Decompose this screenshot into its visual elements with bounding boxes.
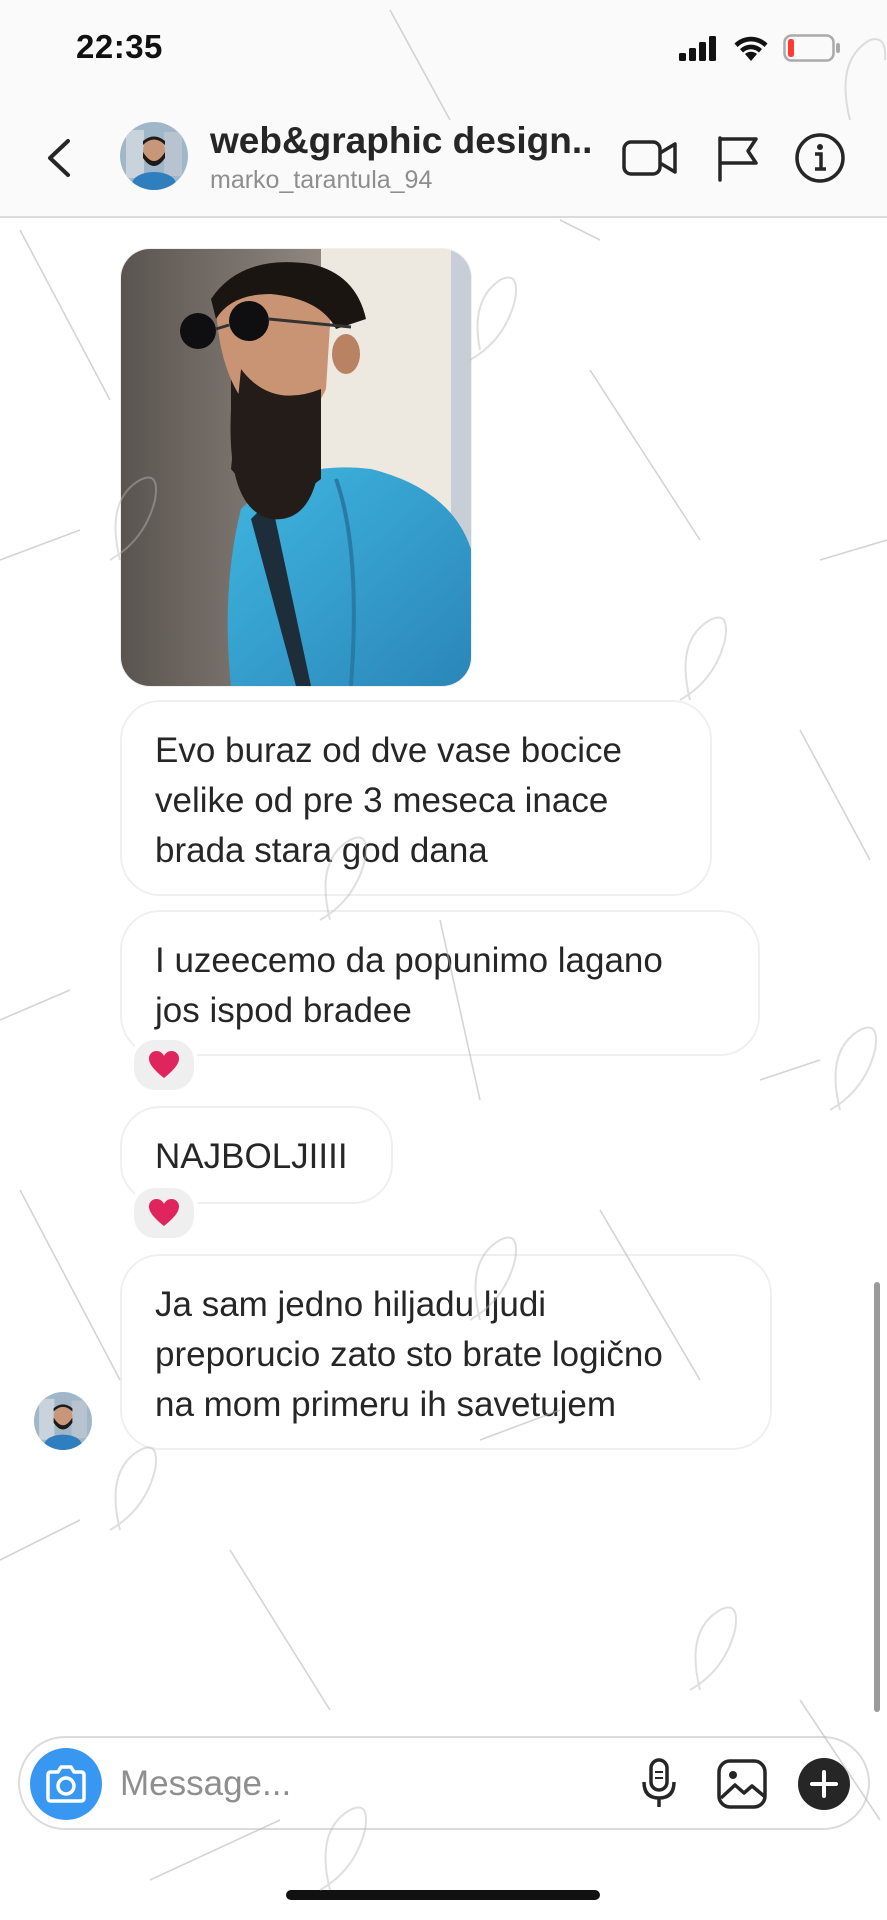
details-button[interactable] bbox=[790, 130, 850, 186]
camera-icon bbox=[46, 1765, 86, 1803]
beard-portrait-photo bbox=[121, 249, 471, 686]
wifi-icon bbox=[734, 36, 768, 61]
home-indicator[interactable] bbox=[286, 1890, 600, 1900]
photo-message[interactable] bbox=[120, 248, 472, 687]
gallery-button[interactable] bbox=[713, 1755, 771, 1813]
message-line: jos ispod bradee bbox=[155, 991, 412, 1030]
report-button[interactable] bbox=[710, 130, 770, 186]
signal-icon bbox=[679, 36, 716, 61]
video-call-button[interactable] bbox=[620, 130, 680, 186]
message-line: brada stara god dana bbox=[155, 831, 488, 870]
scrollbar[interactable] bbox=[874, 1282, 880, 1712]
message-line: I uzeecemo da popunimo lagano bbox=[155, 941, 663, 980]
more-options-button[interactable] bbox=[795, 1755, 853, 1813]
info-icon bbox=[795, 133, 845, 183]
profile-photo-icon bbox=[120, 122, 188, 190]
message-line: velike od pre 3 meseca inace bbox=[155, 781, 609, 820]
conversation-header: web&graphic design... marko_tarantula_94 bbox=[0, 100, 887, 218]
message-bubble-2[interactable]: I uzeecemo da popunimo lagano jos ispod … bbox=[120, 910, 760, 1056]
voice-message-button[interactable] bbox=[630, 1755, 688, 1813]
heart-reaction[interactable] bbox=[130, 1184, 198, 1242]
status-bar: 22:35 bbox=[0, 0, 887, 100]
heart-icon bbox=[149, 1199, 179, 1226]
message-bubble-1[interactable]: Evo buraz od dve vase bocice velike od p… bbox=[120, 700, 712, 896]
message-input[interactable] bbox=[120, 1756, 500, 1812]
header-avatar[interactable] bbox=[120, 122, 188, 190]
status-icons bbox=[679, 34, 841, 62]
gallery-icon bbox=[717, 1759, 767, 1809]
profile-photo-icon bbox=[34, 1392, 92, 1450]
message-bubble-4[interactable]: Ja sam jedno hiljadu ljudi preporucio za… bbox=[120, 1254, 772, 1450]
message-composer bbox=[18, 1736, 870, 1830]
message-line: na mom primeru ih savetujem bbox=[155, 1385, 616, 1424]
battery-icon bbox=[783, 34, 840, 62]
plus-icon bbox=[798, 1758, 850, 1810]
back-chevron-icon bbox=[48, 139, 70, 177]
conversation-username: marko_tarantula_94 bbox=[210, 166, 433, 194]
heart-reaction[interactable] bbox=[130, 1036, 198, 1094]
flag-icon bbox=[718, 136, 758, 182]
message-line: preporucio zato sto brate logično bbox=[155, 1335, 663, 1374]
heart-icon bbox=[149, 1051, 179, 1078]
message-line: NAJBOLJIIII bbox=[155, 1137, 348, 1176]
sender-avatar[interactable] bbox=[34, 1392, 92, 1450]
message-line: Ja sam jedno hiljadu ljudi bbox=[155, 1285, 547, 1324]
status-time: 22:35 bbox=[76, 28, 163, 65]
conversation-title[interactable]: web&graphic design... bbox=[210, 120, 590, 162]
back-button[interactable] bbox=[40, 133, 80, 183]
message-line: Evo buraz od dve vase bocice bbox=[155, 731, 622, 770]
camera-button[interactable] bbox=[30, 1748, 102, 1820]
video-call-icon bbox=[622, 140, 677, 176]
microphone-icon bbox=[642, 1758, 676, 1807]
dm-screen: 22:35 web&graphic design... marko_tarant… bbox=[0, 0, 887, 1920]
